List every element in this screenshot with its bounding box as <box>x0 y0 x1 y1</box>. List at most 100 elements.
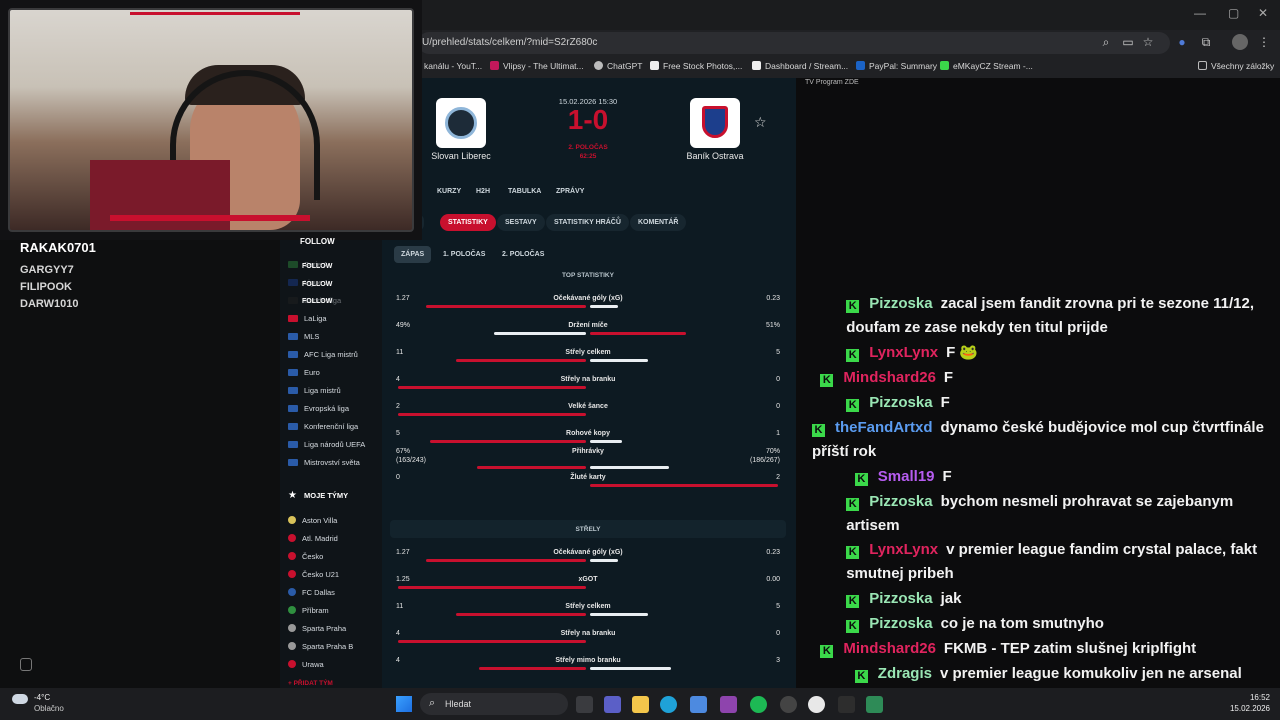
obs-icon[interactable] <box>780 696 797 713</box>
file-explorer-icon[interactable] <box>632 696 649 713</box>
subtab-zapas[interactable]: ZÁPAS <box>394 246 432 263</box>
bookmark-chatgpt[interactable]: ChatGPT <box>594 61 642 71</box>
sidebar-league-item[interactable]: Liga mistrů <box>288 386 341 395</box>
kick-badge-icon: K <box>846 399 860 412</box>
chrome-icon[interactable] <box>808 696 825 713</box>
chat-username[interactable]: Zdragis <box>878 665 932 682</box>
sidebar-team-item[interactable]: Aston Villa <box>288 516 337 525</box>
follow-label: FOLLOW <box>302 263 333 270</box>
shield-icon[interactable] <box>20 658 32 671</box>
sidebar-team-item[interactable]: FC Dallas <box>288 588 335 597</box>
edge-icon[interactable] <box>660 696 677 713</box>
team-logo-home[interactable] <box>436 98 486 148</box>
cast-icon[interactable]: ▭ <box>1120 34 1136 50</box>
sidebar-team-item[interactable]: Česko <box>288 552 323 561</box>
chat-username[interactable]: Pizzoska <box>869 615 932 632</box>
chat-username[interactable]: LynxLynx <box>869 344 938 361</box>
store-icon[interactable] <box>690 696 707 713</box>
stat-away-value: 3 <box>776 657 780 664</box>
bookmark-paypal[interactable]: PayPal: Summary <box>856 61 937 71</box>
chat-username[interactable]: theFandArtxd <box>835 419 933 436</box>
sidebar-team-item[interactable]: Sparta Praha B <box>288 642 353 651</box>
zoom-icon[interactable]: ⌕ <box>1098 34 1114 50</box>
sidebar-team-item[interactable]: Příbram <box>288 606 329 615</box>
star-icon: ★ <box>288 490 297 501</box>
sidebar-league-item[interactable]: MLS <box>288 332 319 341</box>
tv-program-link[interactable]: TV Program ZDE <box>805 79 859 86</box>
sidebar-team-label: FC Dallas <box>302 588 335 597</box>
bookmark-vlipsy[interactable]: Vlipsy - The Ultimat... <box>490 61 584 71</box>
sidebar-league-item[interactable]: Euro <box>288 368 320 377</box>
sidebar-team-item[interactable]: Urawa <box>288 660 324 669</box>
bookmark-dashboard[interactable]: Dashboard / Stream... <box>752 61 848 71</box>
close-icon[interactable]: ✕ <box>1258 6 1268 20</box>
chat-username[interactable]: Pizzoska <box>869 295 932 312</box>
flag-icon <box>288 333 298 340</box>
chat-username[interactable]: Small19 <box>878 468 935 485</box>
follow-label: FOLLOW <box>302 298 333 305</box>
chat-username[interactable]: LynxLynx <box>869 541 938 558</box>
pill-statistiky[interactable]: STATISTIKY <box>440 214 496 231</box>
pill-komentar[interactable]: KOMENTÁŘ <box>630 214 687 231</box>
sidebar-league-item[interactable]: LaLiga <box>288 314 327 323</box>
extension-icon[interactable]: ● <box>1174 34 1190 50</box>
bookmark-emkay[interactable]: eMKayCZ Stream -... <box>940 61 1033 71</box>
sidebar-league-item[interactable]: Liga národů UEFA <box>288 440 365 449</box>
profile-avatar[interactable] <box>1232 34 1248 50</box>
favorite-star-icon[interactable]: ☆ <box>754 114 767 131</box>
chat-username[interactable]: Mindshard26 <box>843 369 936 386</box>
extensions-puzzle-icon[interactable]: ⧉ <box>1198 34 1214 50</box>
kick-badge-icon: K <box>846 620 860 633</box>
star-bookmark-icon[interactable]: ☆ <box>1140 34 1156 50</box>
windows-start-icon[interactable] <box>396 696 412 712</box>
weather-desc[interactable]: Oblačno <box>34 704 64 713</box>
teams-icon[interactable] <box>604 696 621 713</box>
subtab-1-polocas[interactable]: 1. POLOČAS <box>436 246 492 263</box>
sidebar-team-item[interactable]: Atl. Madrid <box>288 534 338 543</box>
tab-h2h[interactable]: H2H <box>476 188 490 195</box>
tab-tabulka[interactable]: TABULKA <box>508 188 541 195</box>
tab-zpravy[interactable]: ZPRÁVY <box>556 188 584 195</box>
obs-purple-icon[interactable] <box>720 696 737 713</box>
bookmark-youtube[interactable]: kanálu - YouT... <box>424 61 482 71</box>
taskbar-search[interactable]: ⌕ Hledat <box>420 693 568 715</box>
kick-badge-icon: K <box>846 595 860 608</box>
task-view-icon[interactable] <box>576 696 593 713</box>
sidebar-league-item[interactable]: Mistrovství světa <box>288 458 360 467</box>
away-team-name[interactable]: Baník Ostrava <box>664 151 766 161</box>
sidebar-league-item[interactable]: Konferenční liga <box>288 422 358 431</box>
subtab-2-polocas[interactable]: 2. POLOČAS <box>495 246 551 263</box>
stat-name: Střely na branku <box>560 376 616 383</box>
minimize-icon[interactable]: — <box>1194 6 1206 20</box>
spotify-icon[interactable] <box>750 696 767 713</box>
bookmark-all[interactable]: Všechny záložky <box>1198 61 1274 71</box>
sidebar-team-item[interactable]: Česko U21 <box>288 570 339 579</box>
sidebar-league-item[interactable]: Evropská liga <box>288 404 349 413</box>
add-team-button[interactable]: + PŘIDAT TÝM <box>288 680 333 687</box>
address-bar[interactable]: U/prehled/stats/celkem/?mid=S2rZ680c <box>418 32 1170 54</box>
pill-sestavy[interactable]: SESTAVY <box>497 214 545 231</box>
menu-kebab-icon[interactable]: ⋮ <box>1256 34 1272 50</box>
clock-date[interactable]: 15.02.2026 <box>1210 704 1270 713</box>
tab-kurzy[interactable]: KURZY <box>437 188 461 195</box>
weather-temp[interactable]: -4°C <box>34 693 50 702</box>
chat-message: K Mindshard26 F <box>820 366 1272 390</box>
chat-username[interactable]: Pizzoska <box>869 493 932 510</box>
chat-username[interactable]: Pizzoska <box>869 394 932 411</box>
bookmark-stock-photos[interactable]: Free Stock Photos,... <box>650 61 742 71</box>
maximize-icon[interactable]: ▢ <box>1228 6 1239 20</box>
sheets-icon[interactable] <box>866 696 883 713</box>
home-team-name[interactable]: Slovan Liberec <box>410 151 512 161</box>
stat-away-value: 0.00 <box>766 576 780 583</box>
clock-time[interactable]: 16:52 <box>1230 693 1270 702</box>
sidebar-league-item[interactable]: AFC Liga mistrů <box>288 350 358 359</box>
chat-username[interactable]: Pizzoska <box>869 590 932 607</box>
sidebar-team-item[interactable]: Sparta Praha <box>288 624 346 633</box>
team-crest-icon <box>288 660 296 668</box>
flag-icon <box>288 351 298 358</box>
chat-username[interactable]: Mindshard26 <box>843 640 936 657</box>
capcut-icon[interactable] <box>838 696 855 713</box>
team-logo-away[interactable] <box>690 98 740 148</box>
sidebar-league-label: Mistrovství světa <box>304 458 360 467</box>
pill-statistiky-hracu[interactable]: STATISTIKY HRÁČŮ <box>546 214 629 231</box>
